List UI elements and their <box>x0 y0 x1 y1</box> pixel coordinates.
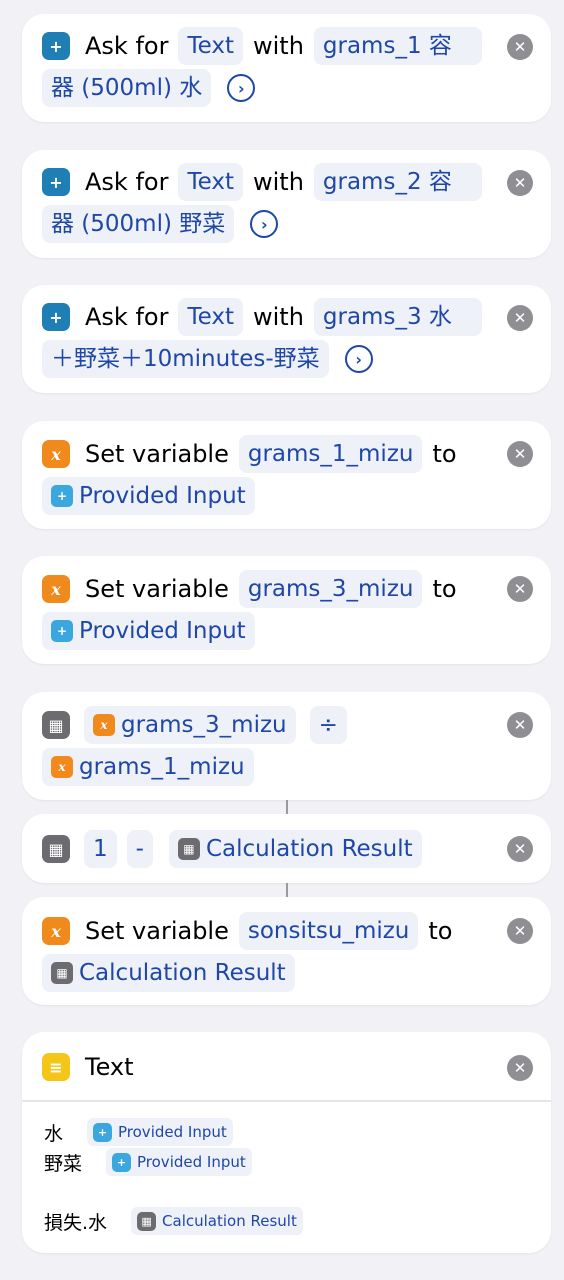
action-label: Ask for <box>85 303 169 331</box>
variable-name-token[interactable]: grams_3_mizu <box>238 570 423 608</box>
operand-b-label: Calculation Result <box>205 836 413 862</box>
variable-value-token[interactable]: + Provided Input <box>42 477 255 515</box>
chip-label: Calculation Result <box>162 1212 297 1230</box>
chevron-right-circle-icon[interactable]: › <box>250 210 279 238</box>
close-icon[interactable]: ✕ <box>507 34 533 60</box>
text-line-3[interactable]: 損失.水 ▦ Calculation Result <box>44 1206 303 1236</box>
prompt-token-continued[interactable]: 器 (500ml) 野菜 <box>42 205 235 243</box>
calculate-icon: ▦ <box>51 962 73 984</box>
calculate-action-1[interactable]: ▦ x grams_3_mizu ÷ x grams_1_mizu ✕ <box>22 692 551 800</box>
action-label: Ask for <box>85 32 169 60</box>
magic-variable-chip[interactable]: + Provided Input <box>87 1118 233 1146</box>
close-icon[interactable]: ✕ <box>507 441 533 467</box>
operand-a-token[interactable]: 1 <box>84 830 117 868</box>
close-icon[interactable]: ✕ <box>507 712 533 738</box>
ask-for-input-icon: + <box>42 168 70 196</box>
close-icon[interactable]: ✕ <box>507 170 533 196</box>
provided-input-icon: + <box>51 620 73 642</box>
ask-for-input-action-1[interactable]: + Ask for Text with grams_1 容 器 (500ml) … <box>22 14 551 122</box>
chip-label: Provided Input <box>118 1123 227 1141</box>
with-label: with <box>252 303 304 331</box>
close-icon[interactable]: ✕ <box>507 918 533 944</box>
input-type-token[interactable]: Text <box>178 298 243 336</box>
text-line-1[interactable]: 水 + Provided Input <box>44 1117 233 1147</box>
text-line-label: 水 <box>44 1122 64 1145</box>
calculate-icon: ▦ <box>137 1211 157 1231</box>
variable-name-token[interactable]: grams_1_mizu <box>238 435 423 473</box>
text-icon: ≡ <box>42 1053 70 1081</box>
set-variable-icon: x <box>42 575 70 603</box>
close-icon[interactable]: ✕ <box>507 305 533 331</box>
set-variable-action-1[interactable]: x Set variable grams_1_mizu to + Provide… <box>22 421 551 529</box>
with-label: with <box>252 168 304 196</box>
text-action[interactable]: ≡ Text ✕ 水 + Provided Input 野菜 + Provide… <box>22 1032 551 1253</box>
magic-variable-chip[interactable]: + Provided Input <box>106 1148 252 1176</box>
close-icon[interactable]: ✕ <box>507 576 533 602</box>
ask-for-input-action-2[interactable]: + Ask for Text with grams_2 容 器 (500ml) … <box>22 150 551 258</box>
to-label: to <box>428 917 453 945</box>
provided-input-icon: + <box>112 1152 132 1172</box>
chip-label: Provided Input <box>137 1153 246 1171</box>
ask-for-input-icon: + <box>42 303 70 331</box>
variable-value-token[interactable]: + Provided Input <box>42 612 255 650</box>
operand-b-token[interactable]: x grams_1_mizu <box>42 748 254 786</box>
prompt-token[interactable]: grams_2 容 <box>313 163 482 201</box>
variable-name-token[interactable]: sonsitsu_mizu <box>238 912 419 950</box>
calculate-icon: ▦ <box>177 838 200 860</box>
operand-a-label: grams_3_mizu <box>121 712 287 738</box>
input-type-token[interactable]: Text <box>178 27 243 65</box>
with-label: with <box>252 32 304 60</box>
operand-b-token[interactable]: ▦ Calculation Result <box>168 830 422 868</box>
variable-value-label: Provided Input <box>79 618 246 644</box>
chevron-right-circle-icon[interactable]: › <box>344 345 373 373</box>
variable-icon: x <box>51 756 73 778</box>
magic-variable-chip[interactable]: ▦ Calculation Result <box>131 1207 303 1235</box>
ask-for-input-icon: + <box>42 32 70 60</box>
to-label: to <box>432 575 457 603</box>
input-type-token[interactable]: Text <box>178 163 243 201</box>
action-label: Ask for <box>85 168 169 196</box>
flow-connector <box>286 883 288 897</box>
calculate-icon: ▦ <box>42 835 70 863</box>
variable-icon: x <box>93 714 115 736</box>
set-variable-action-2[interactable]: x Set variable grams_3_mizu to + Provide… <box>22 556 551 664</box>
provided-input-icon: + <box>51 485 73 507</box>
text-line-label: 損失.水 <box>44 1211 108 1234</box>
prompt-token-continued[interactable]: ＋野菜＋10minutes-野菜 <box>42 340 329 378</box>
operator-token[interactable]: - <box>126 830 153 868</box>
prompt-token[interactable]: grams_3 水 <box>313 298 482 336</box>
calculate-icon: ▦ <box>42 711 70 739</box>
calculate-action-2[interactable]: ▦ 1 - ▦ Calculation Result ✕ <box>22 814 551 883</box>
provided-input-icon: + <box>93 1122 113 1142</box>
text-line-2[interactable]: 野菜 + Provided Input <box>44 1147 252 1177</box>
action-label: Set variable <box>85 917 229 945</box>
action-label: Text <box>85 1053 134 1081</box>
flow-connector <box>286 800 288 814</box>
action-label: Set variable <box>85 575 229 603</box>
set-variable-icon: x <box>42 440 70 468</box>
prompt-token[interactable]: grams_1 容 <box>313 27 482 65</box>
chevron-right-circle-icon[interactable]: › <box>227 74 256 102</box>
close-icon[interactable]: ✕ <box>507 836 533 862</box>
to-label: to <box>432 440 457 468</box>
variable-value-label: Provided Input <box>79 483 246 509</box>
set-variable-icon: x <box>42 917 70 945</box>
set-variable-action-3[interactable]: x Set variable sonsitsu_mizu to ▦ Calcul… <box>22 897 551 1005</box>
ask-for-input-action-3[interactable]: + Ask for Text with grams_3 水 ＋野菜＋10minu… <box>22 285 551 393</box>
operand-b-label: grams_1_mizu <box>79 754 245 780</box>
operand-a-token[interactable]: x grams_3_mizu <box>84 706 296 744</box>
action-label: Set variable <box>85 440 229 468</box>
variable-value-token[interactable]: ▦ Calculation Result <box>42 954 295 992</box>
divider <box>22 1100 551 1102</box>
close-icon[interactable]: ✕ <box>507 1055 533 1081</box>
prompt-token-continued[interactable]: 器 (500ml) 水 <box>42 69 212 107</box>
variable-value-label: Calculation Result <box>79 960 286 986</box>
text-line-label: 野菜 <box>44 1152 83 1175</box>
operator-token[interactable]: ÷ <box>309 706 347 744</box>
